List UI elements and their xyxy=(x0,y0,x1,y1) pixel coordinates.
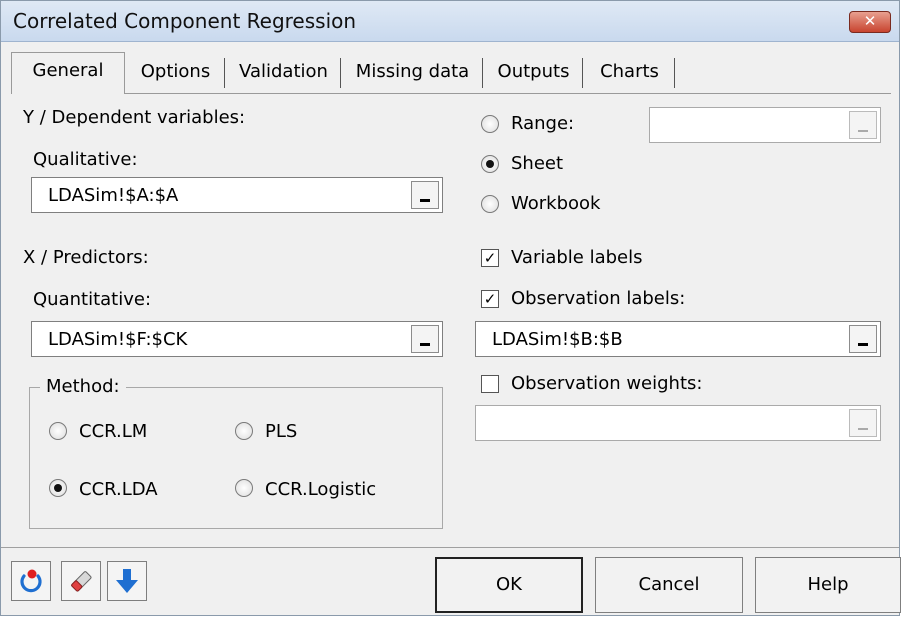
dialog-window: Correlated Component Regression ✕ Genera… xyxy=(0,0,901,616)
close-icon: ✕ xyxy=(863,12,877,30)
method-legend: Method: xyxy=(40,376,126,397)
radio-workbook-label: Workbook xyxy=(511,193,601,214)
help-button[interactable]: Help xyxy=(755,557,901,613)
radio-sheet-label: Sheet xyxy=(511,153,564,174)
reset-icon xyxy=(20,569,42,593)
method-group: Method: xyxy=(29,376,443,529)
radio-pls-label: PLS xyxy=(265,421,298,442)
radio-range[interactable] xyxy=(481,115,499,133)
clear-button[interactable] xyxy=(61,561,101,601)
tab-underline xyxy=(125,93,891,94)
tab-options[interactable]: Options xyxy=(127,58,225,88)
observation-labels-checkbox[interactable]: ✓ xyxy=(481,290,499,308)
eraser-icon xyxy=(71,571,92,592)
observation-labels-field[interactable]: LDASim!$B:$B xyxy=(475,321,881,357)
observation-weights-select-button[interactable] xyxy=(849,409,877,437)
x-range-select-button[interactable] xyxy=(411,325,439,353)
tab-general[interactable]: General xyxy=(11,52,125,94)
x-type-label: Quantitative: xyxy=(33,289,152,310)
y-range-field[interactable]: LDASim!$A:$A xyxy=(31,177,443,213)
cancel-button[interactable]: Cancel xyxy=(595,557,743,613)
observation-weights-checkbox[interactable] xyxy=(481,375,499,393)
tab-validation[interactable]: Validation xyxy=(227,58,341,88)
close-button[interactable]: ✕ xyxy=(849,11,891,33)
observation-labels-value: LDASim!$B:$B xyxy=(492,329,623,350)
bottom-divider xyxy=(1,547,899,548)
radio-sheet[interactable] xyxy=(481,155,499,173)
y-range-select-button[interactable] xyxy=(411,181,439,209)
ellipsis-icon xyxy=(420,343,430,346)
tab-outputs[interactable]: Outputs xyxy=(485,58,583,88)
tab-bar: General Options Validation Missing data … xyxy=(11,52,691,94)
radio-ccr-logistic-label: CCR.Logistic xyxy=(265,479,377,500)
variable-labels-checkbox[interactable]: ✓ xyxy=(481,249,499,267)
ellipsis-icon xyxy=(858,343,868,346)
radio-ccr-lda[interactable] xyxy=(49,479,67,497)
tab-missing-data[interactable]: Missing data xyxy=(343,58,483,88)
radio-ccr-logistic[interactable] xyxy=(235,479,253,497)
title-bar: Correlated Component Regression ✕ xyxy=(1,1,899,42)
tab-charts[interactable]: Charts xyxy=(585,58,675,88)
observation-labels-select-button[interactable] xyxy=(849,325,877,353)
reset-button[interactable] xyxy=(11,561,51,601)
down-arrow-icon xyxy=(116,569,138,593)
radio-ccr-lm[interactable] xyxy=(49,422,67,440)
radio-ccr-lm-label: CCR.LM xyxy=(79,421,148,442)
range-field[interactable] xyxy=(649,107,881,143)
ellipsis-icon xyxy=(420,199,430,202)
range-select-button[interactable] xyxy=(849,111,877,139)
observation-weights-field[interactable] xyxy=(475,405,881,441)
x-range-field[interactable]: LDASim!$F:$CK xyxy=(31,321,443,357)
radio-workbook[interactable] xyxy=(481,195,499,213)
observation-weights-label: Observation weights: xyxy=(511,373,703,394)
observation-labels-label: Observation labels: xyxy=(511,288,686,309)
ellipsis-icon xyxy=(858,130,868,132)
y-range-value: LDASim!$A:$A xyxy=(48,185,179,206)
download-button[interactable] xyxy=(107,561,147,601)
radio-range-label: Range: xyxy=(511,113,575,134)
y-type-label: Qualitative: xyxy=(33,149,138,170)
ellipsis-icon xyxy=(858,428,868,430)
y-heading: Y / Dependent variables: xyxy=(23,107,246,128)
radio-ccr-lda-label: CCR.LDA xyxy=(79,479,158,500)
x-heading: X / Predictors: xyxy=(23,247,149,268)
ok-button[interactable]: OK xyxy=(435,557,583,613)
x-range-value: LDASim!$F:$CK xyxy=(48,329,188,350)
radio-pls[interactable] xyxy=(235,422,253,440)
window-title: Correlated Component Regression xyxy=(13,9,357,33)
variable-labels-label: Variable labels xyxy=(511,247,643,268)
